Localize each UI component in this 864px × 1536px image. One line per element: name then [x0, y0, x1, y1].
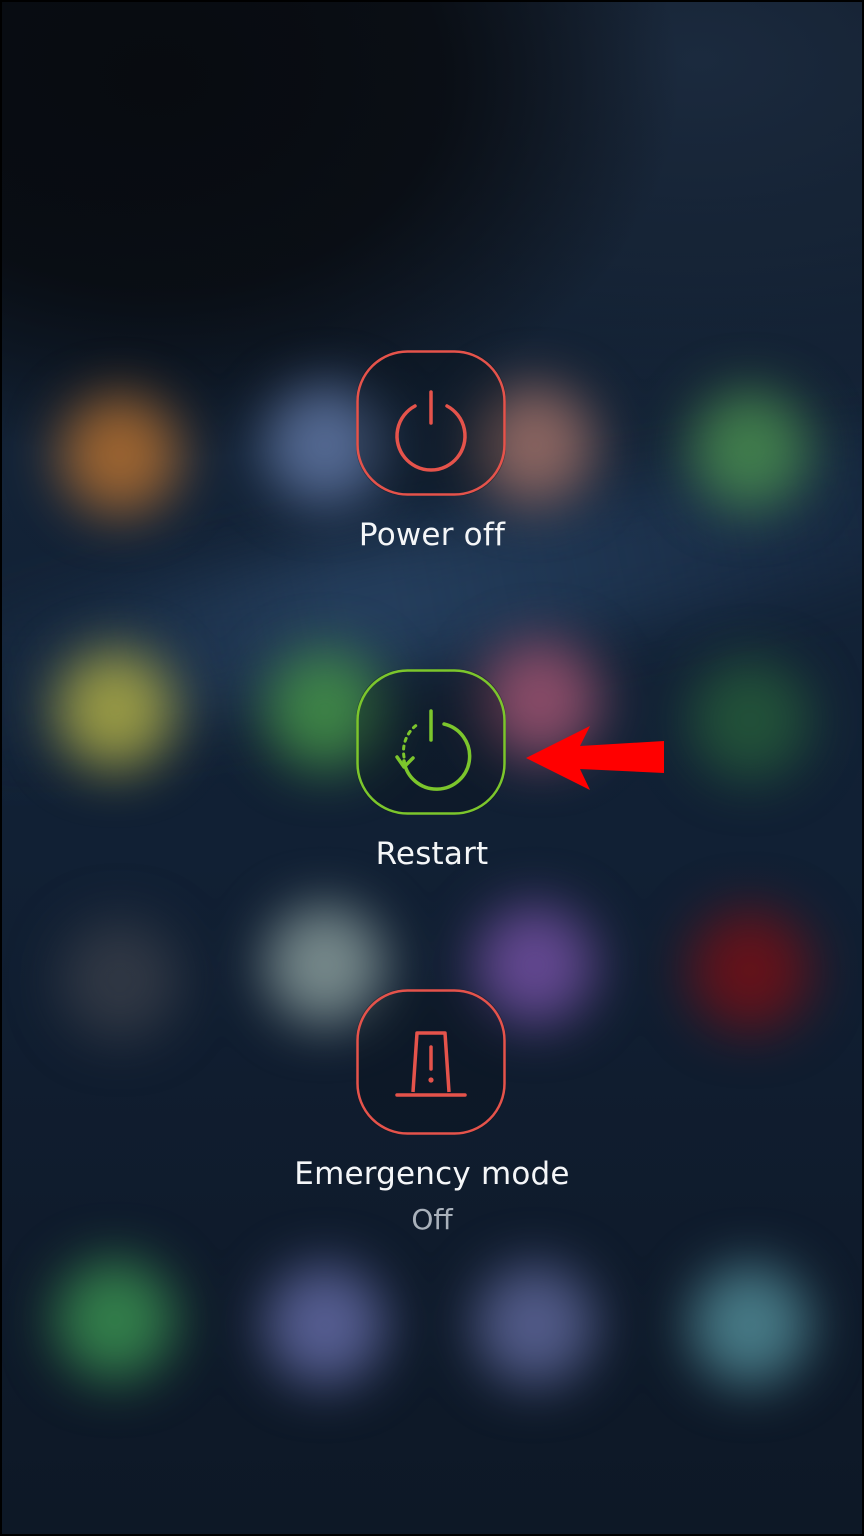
power-menu-screen: Power off Restart Emergency mode Off [0, 0, 864, 1536]
restart-icon [356, 669, 506, 815]
emergency-light-icon [356, 989, 506, 1135]
emergency-mode-status: Off [411, 1203, 453, 1236]
red-arrow-pointer-icon [526, 726, 664, 790]
power-off-label: Power off [358, 517, 506, 553]
emergency-mode-label: Emergency mode [294, 1156, 570, 1192]
emergency-mode-button[interactable] [356, 989, 506, 1135]
power-off-button[interactable] [356, 350, 506, 496]
restart-button[interactable] [356, 669, 506, 815]
power-icon [356, 350, 506, 496]
restart-label: Restart [375, 836, 489, 872]
